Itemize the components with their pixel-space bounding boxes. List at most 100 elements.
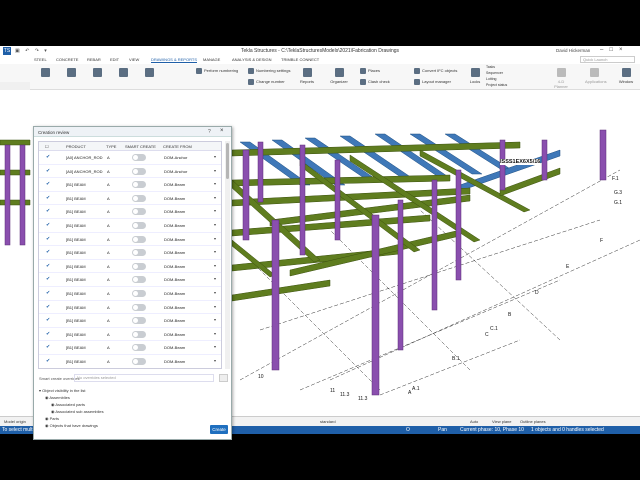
- row-checkbox[interactable]: ✔: [46, 223, 51, 228]
- row-checkbox[interactable]: ✔: [46, 236, 51, 242]
- window-button[interactable]: Window: [617, 68, 635, 84]
- tasks-button[interactable]: Tasks: [486, 65, 495, 69]
- row-checkbox[interactable]: ✔: [46, 168, 51, 174]
- tab-view[interactable]: VIEW: [129, 57, 139, 62]
- convert-ifc-button[interactable]: Convert IFC objects: [414, 68, 457, 74]
- row-checkbox[interactable]: ✔: [46, 304, 51, 310]
- outline-planes-select[interactable]: Outline planes: [520, 419, 546, 424]
- view-plane-select[interactable]: View plane: [492, 419, 512, 424]
- table-row[interactable]: ✔ [A0] ANCHOR_ROD A DOM-Anchor ▾: [39, 165, 221, 179]
- locks-button[interactable]: Locks: [466, 68, 484, 84]
- smart-create-select[interactable]: No overrides selected: [74, 374, 214, 382]
- row-checkbox[interactable]: ✔: [46, 291, 51, 296]
- col-product[interactable]: PRODUCT: [66, 144, 86, 149]
- ribbon-button-2[interactable]: [62, 68, 80, 79]
- window-controls[interactable]: –□×: [600, 47, 628, 53]
- chevron-down-icon[interactable]: ▾: [214, 195, 216, 200]
- col-smart-create[interactable]: SMART CREATE: [125, 144, 156, 149]
- ribbon-button-4[interactable]: [114, 68, 132, 79]
- row-checkbox[interactable]: ✔: [46, 250, 51, 255]
- ribbon-button-5[interactable]: [140, 68, 158, 79]
- table-row[interactable]: ✔ [B1] BEAM A DOM-Beam ▾: [39, 246, 221, 260]
- selection-filter-select[interactable]: standard: [320, 419, 336, 424]
- row-checkbox[interactable]: ✔: [46, 345, 51, 350]
- smart-create-toggle[interactable]: [132, 154, 146, 161]
- change-number-button[interactable]: Change number: [248, 79, 285, 85]
- help-icon[interactable]: ?: [208, 129, 211, 135]
- user-name[interactable]: David Hickerman: [556, 48, 590, 53]
- smart-create-toggle[interactable]: [132, 290, 146, 297]
- visibility-parts[interactable]: ◉ Parts: [45, 416, 59, 421]
- tab-analysis-design[interactable]: ANALYSIS & DESIGN: [232, 57, 272, 62]
- tab-steel[interactable]: STEEL: [34, 57, 47, 62]
- tab-concrete[interactable]: CONCRETE: [56, 57, 78, 62]
- visibility-drawings[interactable]: ◉ Objects that have drawings: [45, 423, 98, 428]
- row-checkbox[interactable]: ✔: [46, 155, 51, 160]
- table-row[interactable]: ✔ [B1] BEAM A DOM-Beam ▾: [39, 328, 221, 342]
- chevron-down-icon[interactable]: ▾: [214, 263, 216, 268]
- chevron-down-icon[interactable]: ▾: [214, 222, 216, 227]
- col-create-from[interactable]: CREATE FROM: [163, 144, 192, 149]
- smart-create-toggle[interactable]: [132, 194, 146, 202]
- chevron-down-icon[interactable]: ▾: [214, 331, 216, 336]
- create-button[interactable]: Create: [210, 425, 228, 434]
- organizer-button[interactable]: Organizer: [330, 68, 348, 84]
- smart-create-toggle[interactable]: [132, 317, 146, 325]
- chevron-down-icon[interactable]: ▾: [214, 276, 216, 281]
- tab-edit[interactable]: EDIT: [110, 57, 119, 62]
- numbering-settings-button[interactable]: Numbering settings: [248, 68, 290, 74]
- row-checkbox[interactable]: ✔: [46, 277, 51, 282]
- perform-numbering-button[interactable]: Perform numbering: [196, 68, 238, 74]
- tab-trimble-connect[interactable]: TRIMBLE CONNECT: [281, 57, 319, 62]
- chevron-down-icon[interactable]: ▾: [214, 154, 216, 159]
- clash-check-button[interactable]: Clash check: [360, 79, 390, 85]
- chevron-down-icon[interactable]: ▾: [214, 181, 216, 186]
- grid-scrollbar[interactable]: [225, 141, 230, 369]
- visibility-associated-parts[interactable]: ◉ Associated parts: [51, 402, 85, 407]
- row-checkbox[interactable]: ✔: [46, 195, 51, 201]
- col-type[interactable]: TYPE: [106, 144, 116, 149]
- table-row[interactable]: ✔ [B1] BEAM A DOM-Beam ▾: [39, 314, 221, 328]
- chevron-down-icon[interactable]: ▾: [214, 304, 216, 309]
- chevron-down-icon[interactable]: ▾: [214, 249, 216, 254]
- smart-create-toggle[interactable]: [132, 167, 146, 175]
- tab-drawings-reports[interactable]: DRAWINGS & REPORTS: [151, 57, 198, 63]
- smart-create-toggle[interactable]: [132, 262, 146, 270]
- smart-create-toggle[interactable]: [132, 276, 146, 284]
- row-checkbox[interactable]: ✔: [46, 359, 51, 364]
- close-icon[interactable]: ×: [220, 128, 224, 134]
- smart-create-toggle[interactable]: [132, 330, 146, 338]
- table-row[interactable]: ✔ [B1] BEAM A DOM-Beam ▾: [39, 260, 221, 274]
- table-row[interactable]: ✔ [B1] BEAM A DOM-Beam ▾: [39, 355, 221, 368]
- chevron-down-icon[interactable]: ▾: [214, 236, 216, 241]
- row-checkbox[interactable]: ✔: [46, 331, 51, 337]
- quick-launch-search[interactable]: Quick Launch: [580, 56, 635, 63]
- chevron-down-icon[interactable]: ▾: [214, 358, 216, 363]
- sequencer-button[interactable]: Sequencer: [486, 71, 503, 75]
- snap-auto-select[interactable]: Auto: [470, 419, 478, 424]
- smart-create-toggle[interactable]: [132, 208, 146, 216]
- model-origin-select[interactable]: Model origin: [4, 419, 26, 424]
- smart-create-toggle[interactable]: [132, 344, 146, 352]
- smart-create-toggle[interactable]: [132, 249, 146, 257]
- table-row[interactable]: ✔ [B1] BEAM A DOM-Beam ▾: [39, 341, 221, 355]
- visibility-assemblies[interactable]: ◉ Assemblies: [45, 395, 70, 400]
- visibility-header[interactable]: ▾ Object visibility in the list: [39, 388, 85, 393]
- layout-manager-button[interactable]: Layout manager: [414, 79, 451, 85]
- tab-rebar[interactable]: REBAR: [87, 57, 101, 62]
- ribbon-button-3[interactable]: [88, 68, 106, 79]
- visibility-sub-assemblies[interactable]: ◉ Associated sub assemblies: [51, 409, 104, 414]
- smart-create-toggle[interactable]: [132, 235, 146, 243]
- smart-create-toggle[interactable]: [132, 222, 146, 229]
- scrollbar-thumb[interactable]: [226, 143, 229, 179]
- table-row[interactable]: ✔ [B1] BEAM A DOM-Beam ▾: [39, 301, 221, 315]
- smart-create-options-button[interactable]: [219, 374, 228, 382]
- places-button[interactable]: Places: [360, 68, 380, 74]
- status-phase[interactable]: Current phase: 10, Phase 10: [460, 427, 524, 433]
- chevron-down-icon[interactable]: ▾: [214, 290, 216, 295]
- smart-create-toggle[interactable]: [132, 303, 146, 311]
- row-checkbox[interactable]: ✔: [46, 263, 51, 269]
- table-row[interactable]: ✔ [B1] BEAM A DOM-Beam ▾: [39, 233, 221, 247]
- planner-button[interactable]: 4-D Planner: [552, 68, 570, 89]
- chevron-down-icon[interactable]: ▾: [214, 344, 216, 349]
